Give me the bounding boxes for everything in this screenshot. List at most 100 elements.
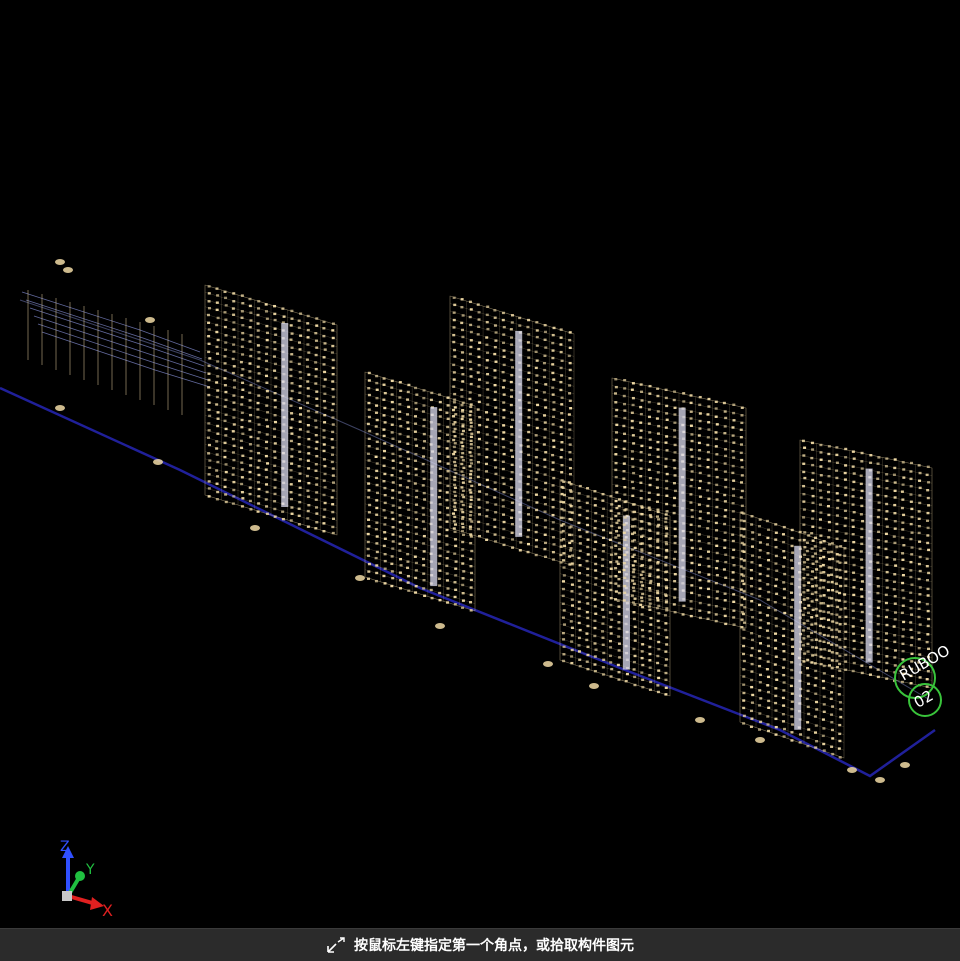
window-mark [690, 439, 694, 443]
window-mark [689, 493, 693, 496]
window-mark [664, 441, 668, 444]
floor-line [364, 466, 476, 502]
3d-model-viewport[interactable]: RUBOO 02 Z Y X [0, 0, 960, 928]
window-mark [510, 433, 514, 436]
window-mark [782, 596, 786, 599]
window-mark [601, 492, 605, 496]
window-mark [494, 540, 498, 543]
window-mark [819, 662, 823, 666]
window-mark [207, 443, 211, 447]
window-mark [633, 639, 637, 642]
window-mark [818, 624, 822, 628]
window-mark [215, 308, 219, 312]
window-mark [609, 661, 613, 664]
window-mark [715, 597, 719, 600]
window-mark [805, 666, 809, 670]
window-mark [561, 522, 565, 526]
window-mark [460, 447, 464, 451]
window-mark [901, 573, 905, 577]
window-mark [790, 700, 794, 703]
window-mark [468, 397, 472, 401]
window-mark [740, 626, 744, 629]
window-mark [577, 600, 581, 604]
window-mark [543, 414, 547, 417]
window-mark [511, 418, 515, 421]
window-mark [570, 533, 574, 537]
window-mark [470, 571, 474, 575]
window-mark [601, 622, 605, 625]
window-mark [639, 527, 643, 531]
window-mark [782, 634, 786, 638]
window-mark [422, 572, 426, 575]
window-mark [615, 484, 619, 488]
window-mark [851, 602, 855, 605]
window-mark [331, 380, 335, 383]
window-mark [690, 538, 694, 542]
window-mark [909, 599, 913, 602]
window-mark [367, 459, 371, 462]
window-mark [461, 425, 465, 428]
window-mark [826, 574, 830, 577]
window-mark [819, 496, 823, 499]
window-mark [375, 462, 379, 465]
window-mark [265, 389, 269, 393]
window-mark [422, 534, 426, 538]
window-mark [375, 513, 379, 516]
window-mark [758, 572, 762, 576]
window-mark [893, 573, 897, 576]
window-mark [460, 388, 464, 391]
window-mark [374, 411, 378, 414]
window-mark [851, 669, 855, 673]
window-mark [298, 391, 302, 394]
window-mark [749, 709, 753, 713]
window-mark [593, 548, 597, 551]
window-mark [535, 344, 539, 347]
window-mark [630, 480, 634, 484]
window-mark [860, 595, 864, 598]
window-mark [657, 402, 661, 405]
window-mark [452, 527, 456, 530]
window-mark [901, 558, 905, 562]
window-mark [586, 487, 590, 490]
window-mark [826, 634, 830, 637]
window-mark [478, 513, 482, 516]
window-mark [781, 642, 785, 646]
window-mark [501, 437, 505, 441]
window-mark [510, 321, 514, 324]
window-mark [493, 496, 497, 499]
window-mark [567, 354, 571, 358]
window-mark [559, 433, 563, 436]
window-mark [901, 536, 905, 539]
window-mark [639, 429, 643, 432]
window-mark [208, 466, 212, 469]
window-mark [622, 531, 626, 534]
window-mark [232, 394, 236, 397]
window-mark [802, 561, 806, 564]
window-mark [664, 601, 668, 604]
window-mark [314, 463, 318, 466]
window-mark [585, 596, 589, 599]
window-mark [367, 408, 371, 411]
window-mark [758, 564, 762, 567]
window-mark [398, 448, 402, 451]
window-mark [445, 528, 449, 532]
window-mark [535, 321, 539, 324]
window-mark [640, 557, 644, 561]
window-mark [257, 495, 261, 498]
window-mark [601, 536, 605, 540]
window-mark [469, 323, 473, 327]
window-mark [330, 460, 334, 464]
window-mark [673, 596, 677, 599]
window-mark [367, 437, 371, 441]
window-mark [438, 569, 442, 572]
window-mark [802, 660, 806, 663]
window-mark [527, 453, 531, 457]
window-mark [437, 562, 441, 565]
window-mark [527, 416, 531, 419]
window-mark [273, 312, 277, 316]
window-mark [732, 525, 736, 528]
window-mark [742, 691, 746, 695]
window-mark [657, 647, 661, 651]
window-mark [706, 413, 710, 416]
window-mark [414, 561, 418, 565]
